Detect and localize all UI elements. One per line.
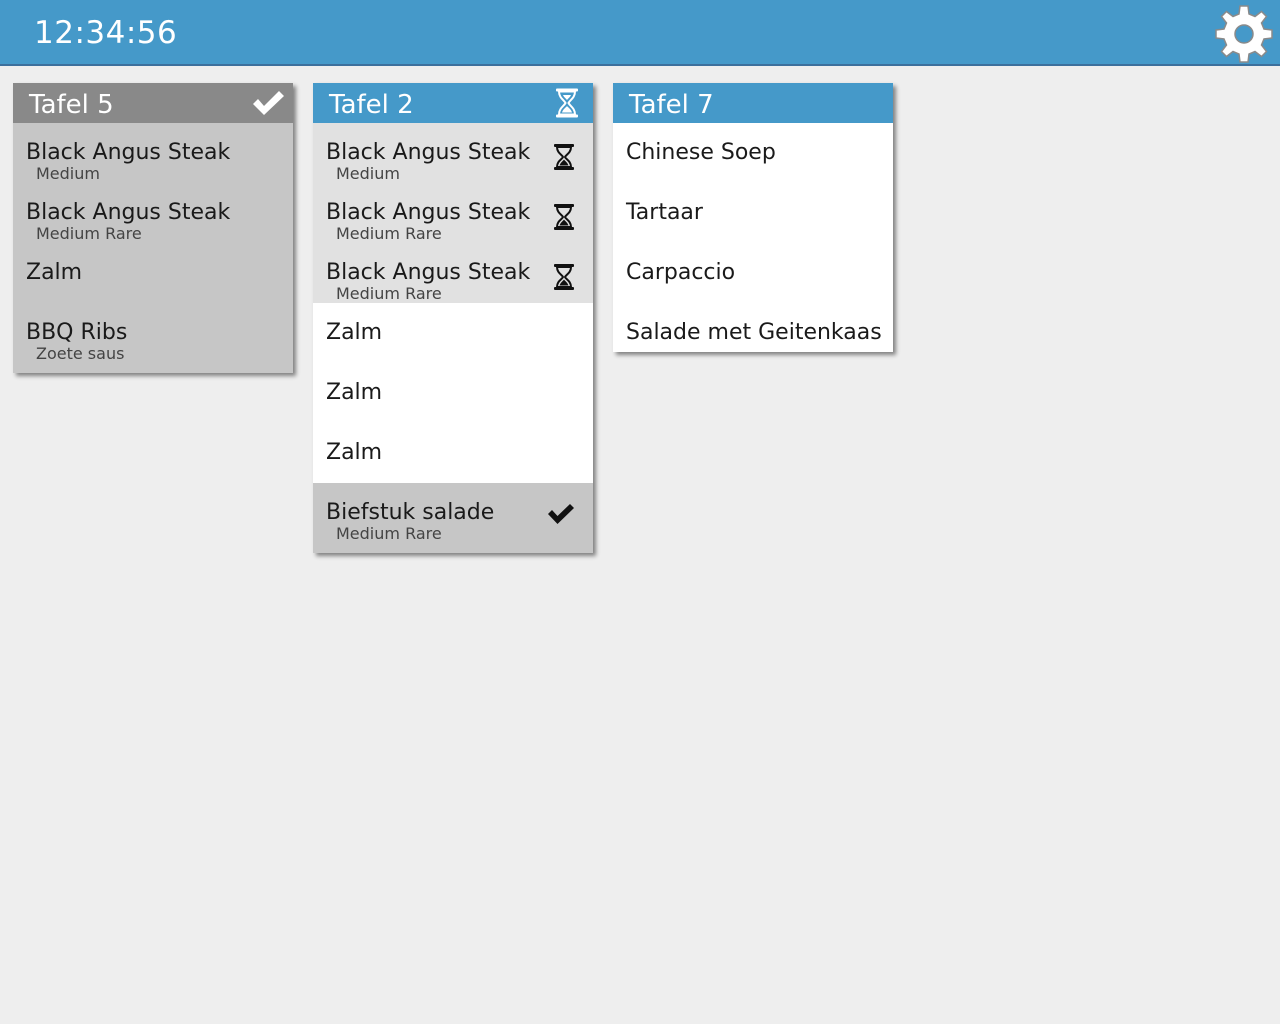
ticket-header: Tafel 5	[13, 83, 293, 123]
hourglass-icon	[551, 203, 577, 231]
hourglass-icon	[551, 143, 577, 171]
order-name: Zalm	[326, 320, 383, 345]
check-icon	[251, 88, 285, 118]
order-item[interactable]: Zalm	[13, 243, 293, 303]
order-name: Zalm	[326, 380, 383, 405]
order-item[interactable]: Black Angus Steak Medium	[313, 123, 593, 183]
ticket-header: Tafel 7	[613, 83, 893, 123]
order-name: Zalm	[326, 440, 383, 465]
order-item[interactable]: Zalm	[313, 423, 593, 483]
order-modifier: Medium	[336, 164, 400, 183]
order-modifier: Medium Rare	[336, 284, 442, 303]
order-modifier: Medium Rare	[36, 224, 142, 243]
order-item[interactable]: Zalm	[313, 363, 593, 423]
top-bar: 12:34:56	[0, 0, 1280, 66]
ticket-tafel-7[interactable]: Tafel 7 Chinese Soep Tartaar Carpaccio S…	[613, 83, 893, 352]
order-item[interactable]: Carpaccio	[613, 243, 893, 303]
order-item[interactable]: Black Angus Steak Medium	[13, 123, 293, 183]
order-item[interactable]: Chinese Soep	[613, 123, 893, 183]
ticket-title: Tafel 5	[29, 90, 114, 120]
order-modifier: Zoete saus	[36, 344, 125, 363]
ticket-header: Tafel 2	[313, 83, 593, 123]
hourglass-icon	[551, 263, 577, 291]
ticket-title: Tafel 7	[629, 90, 714, 120]
order-item[interactable]: Black Angus Steak Medium Rare	[313, 243, 593, 303]
clock: 12:34:56	[34, 15, 178, 51]
settings-button[interactable]	[1213, 3, 1275, 65]
gear-icon	[1213, 3, 1275, 65]
hourglass-icon	[554, 87, 580, 119]
order-name: Zalm	[26, 260, 83, 285]
order-item[interactable]: Biefstuk salade Medium Rare	[313, 483, 593, 553]
order-item[interactable]: Salade met Geitenkaas	[613, 303, 893, 352]
order-name: Carpaccio	[626, 260, 736, 285]
order-item[interactable]: Tartaar	[613, 183, 893, 243]
order-item[interactable]: BBQ Ribs Zoete saus	[13, 303, 293, 373]
check-icon	[547, 502, 575, 526]
order-modifier: Medium Rare	[336, 524, 442, 543]
order-name: Salade met Geitenkaas	[626, 320, 882, 345]
order-modifier: Medium	[36, 164, 100, 183]
order-item[interactable]: Black Angus Steak Medium Rare	[13, 183, 293, 243]
order-item[interactable]: Zalm	[313, 303, 593, 363]
ticket-tafel-2[interactable]: Tafel 2 Black Angus Steak Medium Black A…	[313, 83, 593, 553]
ticket-title: Tafel 2	[329, 90, 414, 120]
ticket-tafel-5[interactable]: Tafel 5 Black Angus Steak Medium Black A…	[13, 83, 293, 373]
order-modifier: Medium Rare	[336, 224, 442, 243]
order-item[interactable]: Black Angus Steak Medium Rare	[313, 183, 593, 243]
order-name: Chinese Soep	[626, 140, 776, 165]
order-name: Tartaar	[626, 200, 703, 225]
